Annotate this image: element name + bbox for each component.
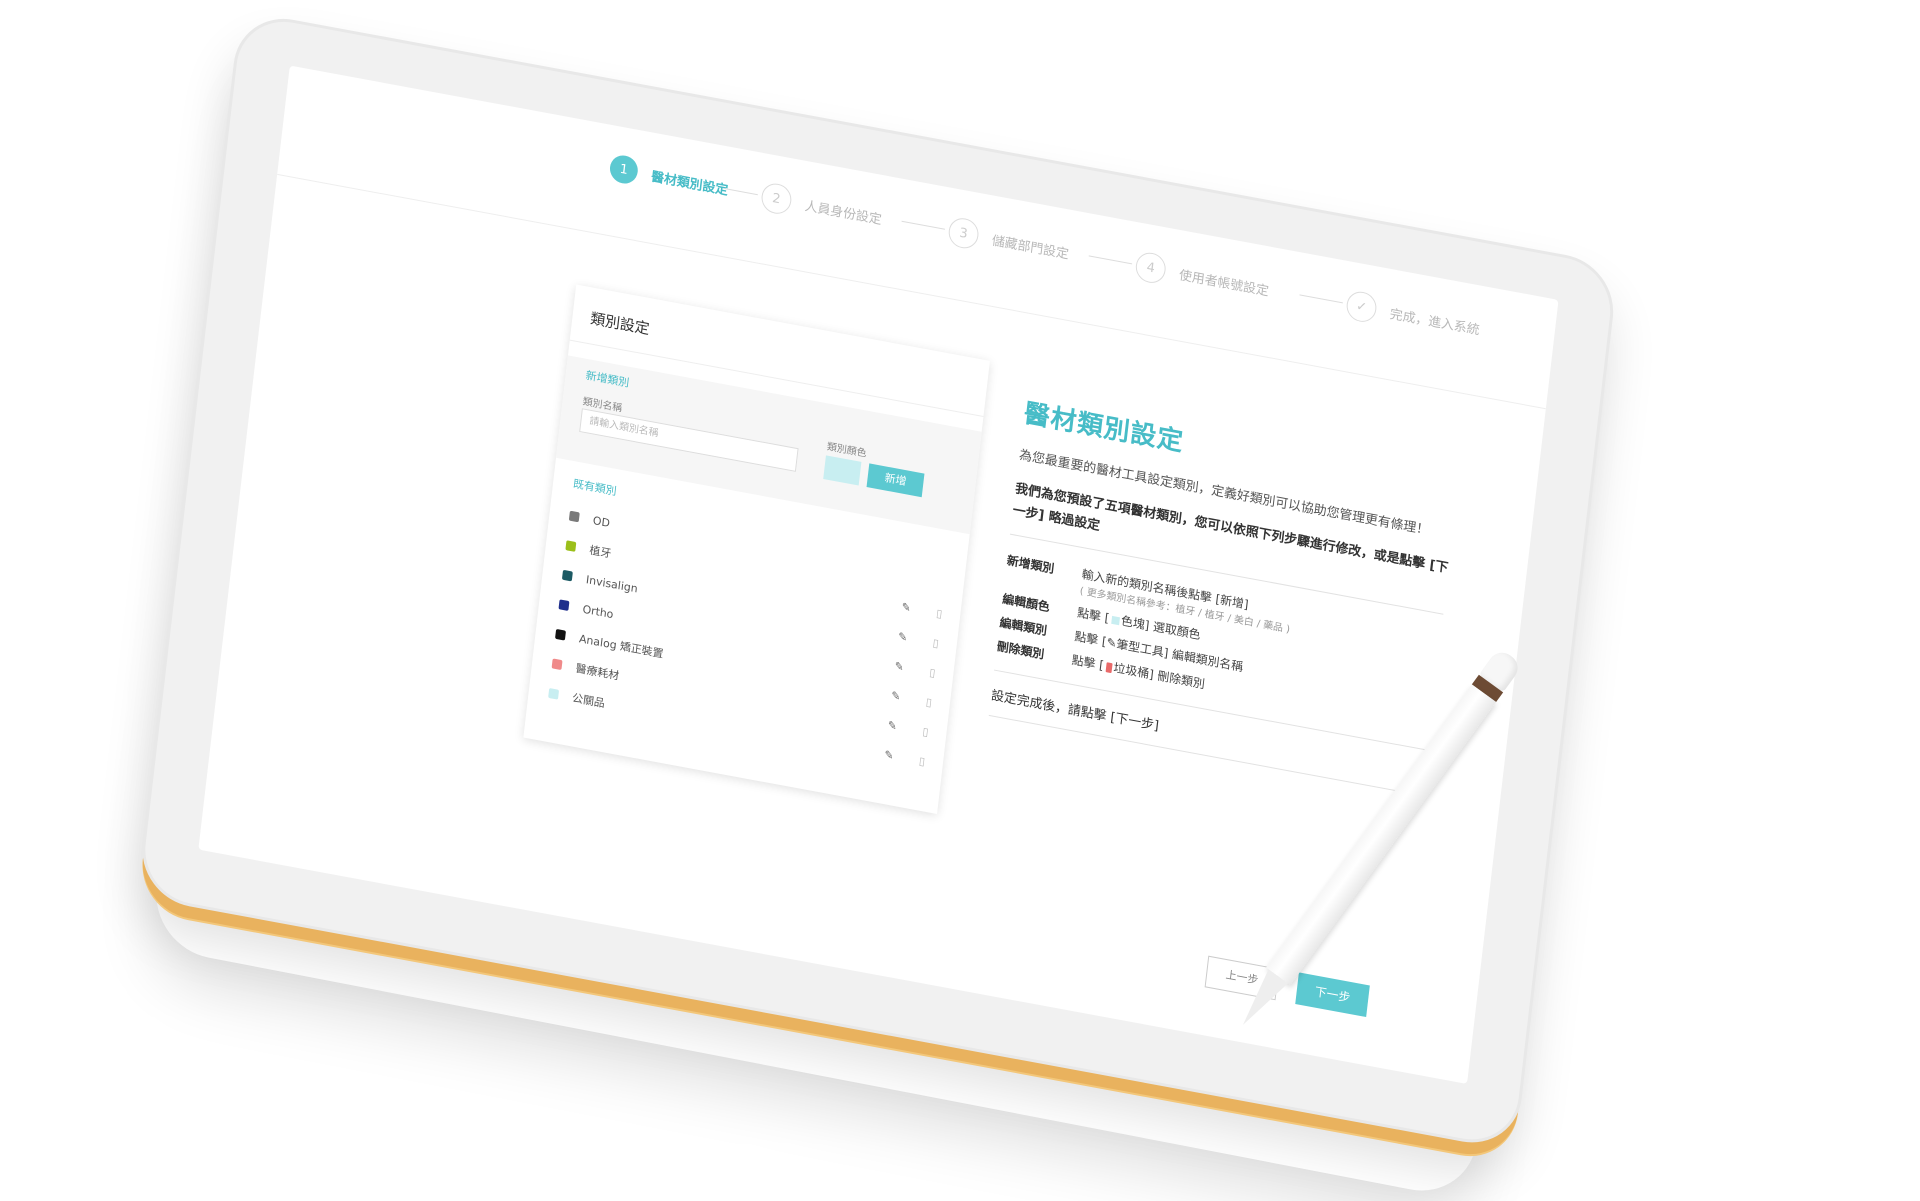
step-storage-settings[interactable]: 3 儲藏部門設定 [947, 215, 1071, 268]
category-color-swatch[interactable] [551, 658, 563, 671]
step-connector [1088, 255, 1133, 265]
row-actions: ✎ ▯ [897, 630, 939, 650]
existing-categories-heading: 既有類別 [572, 477, 618, 499]
step-number: 3 [947, 215, 981, 251]
category-name: Ortho [581, 602, 615, 621]
instruction-text-before: 點擊 [ [1076, 605, 1111, 626]
row-actions: ✎ ▯ [884, 748, 926, 768]
color-picker-swatch[interactable] [823, 455, 862, 486]
step-label: 完成，進入系統 [1389, 306, 1481, 338]
step-number: 2 [759, 181, 793, 217]
step-finish[interactable]: ✓ 完成，進入系統 [1345, 289, 1481, 343]
step-category-settings[interactable]: 1 醫材類別設定 [608, 153, 729, 202]
step-connector [1299, 294, 1343, 304]
trash-icon [1105, 661, 1113, 673]
category-name-input[interactable]: 請輸入類別名稱 [579, 408, 799, 472]
category-name: Invisalign [585, 572, 639, 596]
step-number: 1 [608, 153, 640, 186]
row-actions: ✎ ▯ [901, 600, 943, 620]
row-actions: ✎ ▯ [890, 689, 932, 709]
instructions-panel: 醫材類別設定 為您最重要的醫材工具設定類別，定義好類別可以協助您管理更有條理！ … [987, 393, 1460, 810]
next-step-button[interactable]: 下一步 [1295, 972, 1370, 1018]
trash-icon[interactable]: ▯ [932, 636, 939, 650]
add-category-panel: 新增類別 類別名稱 請輸入類別名稱 類別顏色 新增 [556, 355, 982, 535]
category-settings-card: 類別設定 新增類別 類別名稱 請輸入類別名稱 類別顏色 新增 既有類別 OD 植… [523, 284, 990, 814]
step-label: 人員身份設定 [803, 198, 883, 228]
category-name: 公關品 [571, 691, 606, 711]
step-number: 4 [1134, 250, 1168, 286]
pencil-icon[interactable]: ✎ [894, 659, 905, 673]
category-color-swatch[interactable] [558, 599, 570, 612]
step-role-settings[interactable]: 2 人員身份設定 [759, 181, 884, 233]
color-swatch-icon [1110, 615, 1120, 625]
row-actions: ✎ ▯ [887, 718, 929, 738]
trash-icon[interactable]: ▯ [922, 725, 929, 739]
step-account-settings[interactable]: 4 使用者帳號設定 [1134, 250, 1270, 304]
trash-icon[interactable]: ▯ [936, 607, 943, 621]
instruction-key: 新增類別 [1006, 553, 1056, 576]
category-color-swatch[interactable] [555, 628, 567, 641]
check-icon: ✓ [1345, 289, 1379, 325]
trash-icon[interactable]: ▯ [929, 666, 936, 680]
step-connector [724, 188, 758, 196]
add-category-button[interactable]: 新增 [866, 463, 925, 498]
category-color-swatch[interactable] [565, 540, 577, 552]
pencil-icon[interactable]: ✎ [884, 748, 895, 762]
pencil-icon[interactable]: ✎ [897, 630, 908, 644]
pencil-icon[interactable]: ✎ [901, 600, 912, 614]
category-list: OD 植牙 ✎ ▯ Invisalign ✎ ▯ Ortho ✎ ▯ Analo… [547, 501, 947, 777]
step-label: 儲藏部門設定 [991, 233, 1070, 263]
category-color-swatch[interactable] [548, 687, 560, 700]
category-name: 植牙 [588, 543, 612, 561]
category-name: 醫療耗材 [574, 661, 620, 683]
category-name: OD [592, 513, 611, 530]
card-title: 類別設定 [589, 309, 651, 339]
category-color-swatch[interactable] [561, 569, 573, 582]
step-label: 使用者帳號設定 [1178, 267, 1270, 300]
add-category-heading: 新增類別 [585, 368, 630, 390]
step-label: 醫材類別設定 [650, 169, 729, 199]
step-connector [901, 220, 945, 230]
product-mockup-scene: 1 醫材類別設定 2 人員身份設定 3 儲藏部門設定 4 使用者帳號設定 ✓ 完… [0, 0, 1920, 1152]
pencil-icon[interactable]: ✎ [890, 689, 901, 703]
trash-icon[interactable]: ▯ [918, 754, 925, 768]
row-actions: ✎ ▯ [894, 659, 936, 679]
instruction-text-before: 點擊 [ [1070, 652, 1105, 673]
trash-icon[interactable]: ▯ [925, 695, 932, 709]
pencil-icon[interactable]: ✎ [887, 718, 898, 732]
category-color-swatch[interactable] [568, 510, 580, 523]
